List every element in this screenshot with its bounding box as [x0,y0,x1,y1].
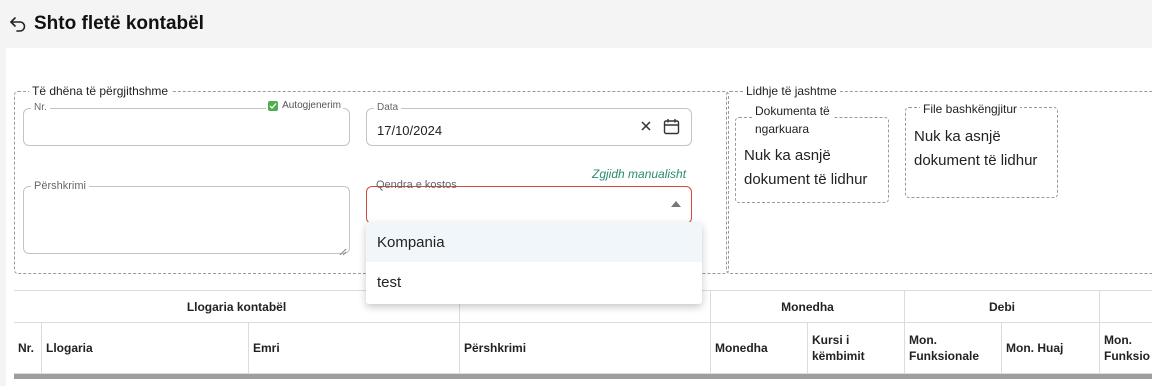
column-header-description: Përshkrimi [460,323,711,374]
nr-label: Nr. [31,102,50,114]
undo-arrow-icon[interactable] [8,14,28,34]
date-label: Data [374,102,402,114]
resize-grip-icon[interactable] [339,243,347,256]
column-header-functional-currency: Mon. Funksionale [905,323,1002,374]
page-title: Shto fletë kontabël [34,13,204,34]
cost-center-select[interactable]: Qendra e kostos [366,179,692,224]
uploaded-documents-empty: Nuk ka asnjë dokument të lidhur [744,147,868,188]
autogen-checkbox[interactable] [268,100,279,111]
dropdown-option-test[interactable]: test [366,262,702,302]
calendar-icon[interactable] [663,118,680,135]
autogen-label: Autogjenerim [282,100,341,111]
table-header-bottom-border [14,374,1152,379]
attached-files-title: File bashkëngjitur [920,100,1021,118]
uploaded-documents-box: Dokumenta të ngarkuara Nuk ka asnjë doku… [735,102,889,203]
group-header-currency: Monedha [711,291,905,323]
group-header-credit [1100,291,1152,323]
column-header-credit-functional: Mon. Funksio [1100,323,1152,374]
column-header-name: Emri [249,323,460,374]
column-header-nr: Nr. [14,323,42,374]
nr-field[interactable]: Nr. Autogjenerim [23,100,350,146]
group-header-debit: Debi [905,291,1100,323]
journal-table: Llogaria kontabël Monedha Debi Nr. Lloga… [14,290,1152,386]
description-field[interactable]: Përshkrimi [23,180,350,256]
column-header-foreign-currency: Mon. Huaj [1002,323,1100,374]
date-value: 17/10/2024 [377,123,443,138]
external-links-legend: Lidhje të jashtme [746,84,837,98]
cost-center-dropdown: Kompania test [366,222,702,304]
general-data-legend: Të dhëna të përgjithshme [32,84,169,98]
attached-files-box: File bashkëngjitur Nuk ka asnjë dokument… [905,100,1058,198]
autogen-toggle[interactable]: Autogjenerim [266,100,343,111]
manual-select-link[interactable]: Zgjidh manualisht [592,167,686,181]
column-header-currency: Monedha [711,323,808,374]
page-header: Shto fletë kontabël [0,0,1152,48]
form-card: Të dhëna të përgjithshme Nr. Autogjeneri… [6,48,1152,386]
column-header-account: Llogaria [42,323,249,374]
uploaded-documents-title: Dokumenta të ngarkuara [752,102,833,138]
column-header-exchange-rate: Kursi i këmbimit [808,323,905,374]
attached-files-empty: Nuk ka asnjë dokument të lidhur [914,128,1038,169]
dropdown-option-kompania[interactable]: Kompania [366,222,702,262]
date-field[interactable]: Data 17/10/2024 [366,102,692,146]
dropdown-arrow-icon[interactable] [671,201,681,207]
clear-icon[interactable] [639,119,653,133]
cost-center-label: Qendra e kostos [376,179,457,191]
description-label: Përshkrimi [31,180,89,192]
